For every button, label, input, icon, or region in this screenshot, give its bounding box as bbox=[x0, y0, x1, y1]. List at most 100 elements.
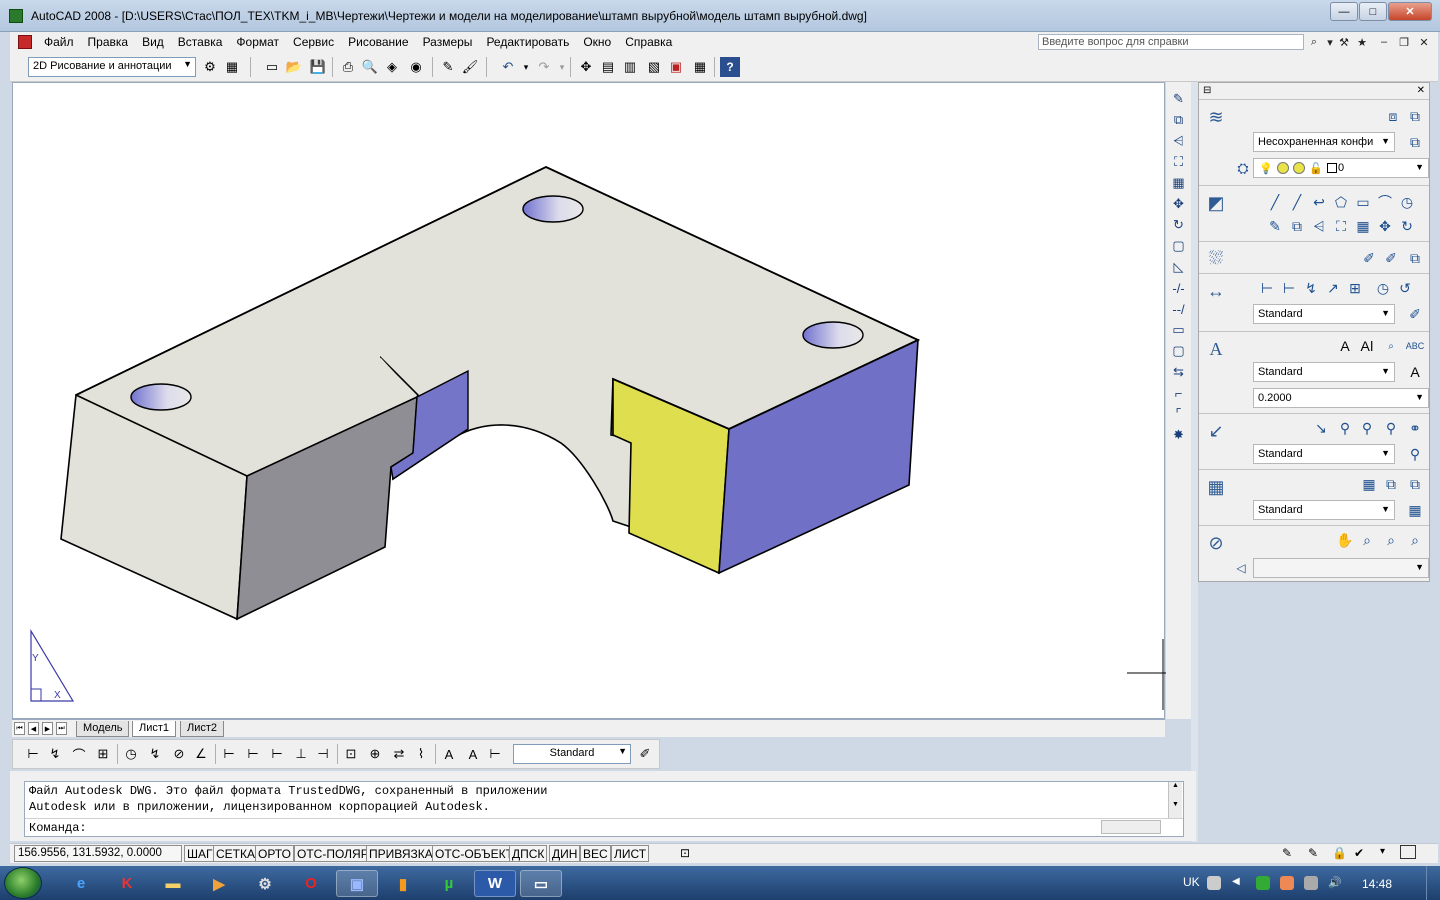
drawing-canvas[interactable]: Y X bbox=[12, 82, 1166, 719]
mleader-add-icon[interactable]: ↘ bbox=[1311, 418, 1331, 438]
menu-format[interactable]: Формат bbox=[229, 35, 286, 49]
first-tab-icon[interactable]: ⏮ bbox=[14, 722, 25, 735]
volume-tray-icon[interactable]: 🔊 bbox=[1328, 876, 1342, 890]
center-mark-icon[interactable]: ⊕ bbox=[365, 744, 385, 764]
status-dropdown-icon[interactable]: ▾ bbox=[1380, 846, 1385, 857]
toolbar-lock-icon[interactable]: ✎ bbox=[1308, 846, 1318, 860]
spell-check-icon[interactable]: ABC bbox=[1405, 336, 1425, 356]
dim-linear-icon[interactable]: ⊢ bbox=[23, 744, 43, 764]
text-edit-icon[interactable]: Aǀ bbox=[1357, 336, 1377, 356]
quick-dim-icon[interactable]: ⊢ bbox=[219, 744, 239, 764]
text-style-manager-icon[interactable]: A bbox=[1405, 362, 1425, 382]
layer-state-select[interactable]: Несохраненная конфи ▼ bbox=[1253, 132, 1395, 152]
erase-icon[interactable]: ✎ bbox=[1169, 89, 1189, 109]
layer-states-icon[interactable]: ⧉ bbox=[1405, 106, 1425, 126]
tool-palettes-icon[interactable]: ▧ bbox=[644, 57, 664, 77]
lock-icon[interactable]: 🔒 bbox=[1332, 846, 1347, 860]
text-style-select[interactable]: Standard ▼ bbox=[1253, 362, 1395, 382]
mleader-remove-icon[interactable]: ⚲ bbox=[1357, 418, 1377, 438]
dim-continue-icon[interactable]: ⊢ bbox=[267, 744, 287, 764]
opera-icon[interactable]: O bbox=[290, 870, 332, 897]
view-select[interactable]: ▼ bbox=[1253, 558, 1429, 578]
table-insert-icon[interactable]: ▦ bbox=[1359, 474, 1379, 494]
scale-icon[interactable]: ▢ bbox=[1169, 236, 1189, 256]
workspace-settings-icon[interactable]: ⚙ bbox=[200, 57, 220, 77]
menu-window[interactable]: Окно bbox=[576, 35, 618, 49]
dim-style-manager-icon[interactable]: ✐ bbox=[1405, 304, 1425, 324]
dim-update-icon[interactable]: ⊢ bbox=[485, 744, 505, 764]
zoom-realtime-icon[interactable]: ⌕ bbox=[1357, 530, 1377, 550]
dim-style-toolbar-select[interactable]: Standard ▼ bbox=[513, 744, 631, 764]
dim-radius-icon[interactable]: ◷ bbox=[1373, 278, 1393, 298]
dim-text-edit-icon[interactable]: A bbox=[463, 744, 483, 764]
hatch-icon[interactable]: ⛆ bbox=[1205, 247, 1227, 269]
cut-icon[interactable]: ✎ bbox=[438, 57, 458, 77]
rotate-icon[interactable]: ↻ bbox=[1397, 216, 1417, 236]
mleader-style-select[interactable]: Standard ▼ bbox=[1253, 444, 1395, 464]
tab-model[interactable]: Модель bbox=[76, 721, 130, 737]
prev-tab-icon[interactable]: ◀ bbox=[28, 722, 39, 735]
mleader-style-manager-icon[interactable]: ⚲ bbox=[1405, 444, 1425, 464]
coordinates-display[interactable]: 156.9556, 131.5932, 0.0000 bbox=[14, 845, 182, 862]
tab-layout2[interactable]: Лист2 bbox=[180, 721, 225, 737]
gradient-icon[interactable]: ✐ bbox=[1381, 248, 1401, 268]
grid-toggle[interactable]: СЕТКА bbox=[213, 845, 258, 862]
dim-arc-icon[interactable]: ⌒ bbox=[69, 744, 89, 764]
palette-collapse-icon[interactable]: ⊟ bbox=[1203, 85, 1211, 96]
snap-toggle[interactable]: ШАГ bbox=[184, 845, 216, 862]
next-tab-icon[interactable]: ▶ bbox=[42, 722, 53, 735]
undo-dropdown-icon[interactable]: ▾ bbox=[516, 57, 536, 77]
explode-icon[interactable]: ✸ bbox=[1169, 425, 1189, 445]
text-height-select[interactable]: 0.2000 ▼ bbox=[1253, 388, 1429, 408]
mirror-icon[interactable]: ⩤ bbox=[1309, 216, 1329, 236]
close-button[interactable]: ✕ bbox=[1388, 2, 1432, 21]
menu-help[interactable]: Справка bbox=[618, 35, 679, 49]
array-icon[interactable]: ▦ bbox=[1353, 216, 1373, 236]
autocad-app-icon[interactable] bbox=[9, 9, 23, 23]
clean-screen-icon[interactable] bbox=[1400, 845, 1416, 859]
fillet-icon[interactable]: ⌐ bbox=[1169, 383, 1189, 403]
keyboard-tray-icon[interactable] bbox=[1207, 876, 1221, 890]
3d-dwf-icon[interactable]: ◉ bbox=[406, 57, 426, 77]
favorites-icon[interactable]: ★ bbox=[1354, 34, 1370, 50]
mtext-icon[interactable]: A bbox=[1335, 336, 1355, 356]
show-desktop-button[interactable] bbox=[1426, 866, 1440, 900]
plot-icon[interactable]: ⎙ bbox=[338, 57, 358, 77]
workspace-select[interactable]: 2D Рисование и аннотации ▼ bbox=[28, 57, 196, 77]
workspace-save-icon[interactable]: ▦ bbox=[222, 57, 242, 77]
command-vscrollbar[interactable]: ▲ ▼ bbox=[1168, 782, 1182, 818]
floppy-app-icon[interactable]: ▣ bbox=[336, 870, 378, 897]
search-icon[interactable]: ⌕ bbox=[1306, 34, 1322, 50]
table-style-manager-icon[interactable]: ▦ bbox=[1405, 500, 1425, 520]
dim-style-icon[interactable]: ✐ bbox=[635, 744, 655, 764]
zoom-extents-icon[interactable]: ⌕ bbox=[1405, 530, 1425, 550]
move-icon[interactable]: ✥ bbox=[1375, 216, 1395, 236]
communication-icon[interactable]: ⚒ bbox=[1336, 34, 1352, 50]
dim-style-select[interactable]: Standard ▼ bbox=[1253, 304, 1395, 324]
erase-icon[interactable]: ✎ bbox=[1265, 216, 1285, 236]
menu-dimension[interactable]: Размеры bbox=[416, 35, 480, 49]
doc-restore-icon[interactable]: ❐ bbox=[1396, 34, 1412, 50]
scroll-up-icon[interactable]: ▲ bbox=[1169, 782, 1182, 789]
autocad-taskbar-icon[interactable]: ▭ bbox=[520, 870, 562, 897]
offset-icon[interactable]: ⛶ bbox=[1169, 152, 1189, 172]
zoom-window-icon[interactable]: ⌕ bbox=[1381, 530, 1401, 550]
jogged-linear-icon[interactable]: ⌇ bbox=[411, 744, 431, 764]
menu-modify[interactable]: Редактировать bbox=[479, 35, 576, 49]
system-tool-icon[interactable]: ⚙ bbox=[244, 870, 286, 897]
doc-minimize-icon[interactable]: – bbox=[1376, 34, 1392, 50]
circle-icon[interactable]: ◷ bbox=[1397, 192, 1417, 212]
dyn-toggle[interactable]: ДИН bbox=[549, 845, 581, 862]
publish-icon[interactable]: ◈ bbox=[382, 57, 402, 77]
menu-insert[interactable]: Вставка bbox=[171, 35, 230, 49]
lwt-toggle[interactable]: ВЕС bbox=[580, 845, 611, 862]
tray-expand-icon[interactable]: ◀ bbox=[1232, 876, 1246, 890]
rectangle-icon[interactable]: ▭ bbox=[1353, 192, 1373, 212]
doc-close-icon[interactable]: ✕ bbox=[1416, 34, 1432, 50]
menu-view[interactable]: Вид bbox=[135, 35, 171, 49]
menu-file[interactable]: Файл bbox=[37, 35, 81, 49]
arc-icon[interactable]: ⌒ bbox=[1375, 192, 1395, 212]
polyline-icon[interactable]: ╱ bbox=[1287, 192, 1307, 212]
fillet2-icon[interactable]: ⌜ bbox=[1169, 404, 1189, 424]
maximize-viewport-icon[interactable]: ⊡ bbox=[680, 846, 690, 860]
